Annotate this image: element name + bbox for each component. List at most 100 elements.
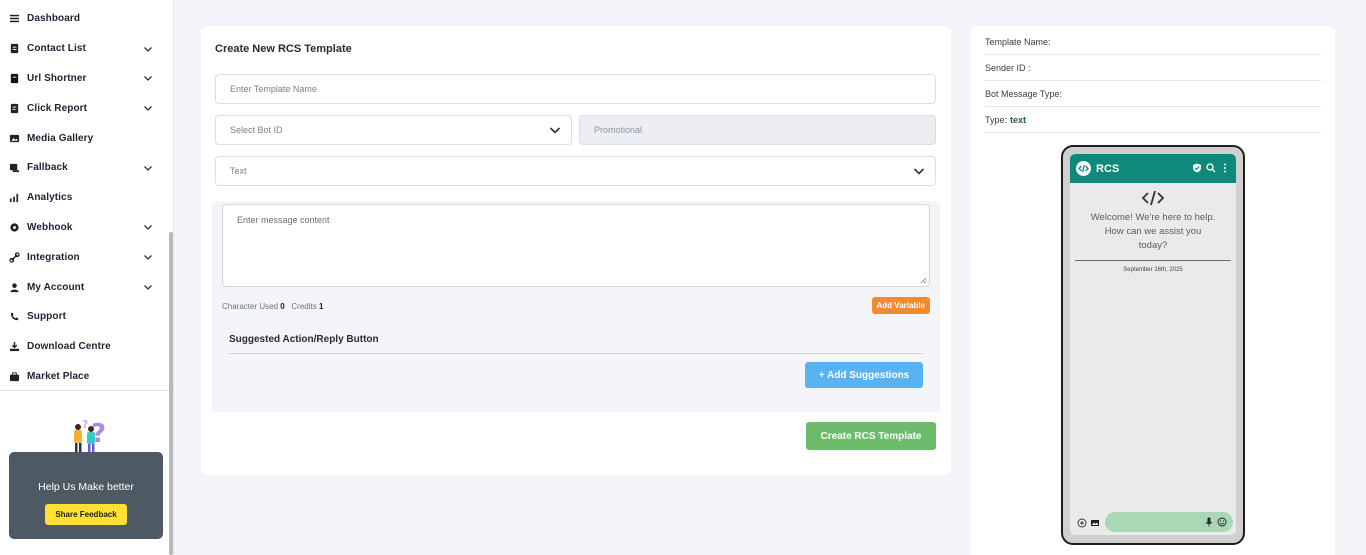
click-report-icon bbox=[8, 102, 20, 114]
divider bbox=[229, 353, 923, 354]
sidebar-item-webhook[interactable]: Webhook bbox=[0, 213, 173, 243]
bot-message-type-label: Bot Message Type: bbox=[985, 88, 1062, 99]
phone-preview: RCS Welcome! We're here to help. How can… bbox=[1061, 145, 1245, 545]
phone-header-icons bbox=[1192, 162, 1230, 173]
chevron-down-icon bbox=[549, 127, 561, 134]
sidebar-item-integration[interactable]: Integration bbox=[0, 242, 173, 272]
type-row: Type: text bbox=[985, 107, 1321, 133]
analytics-icon bbox=[8, 192, 20, 204]
sidebar-divider bbox=[0, 390, 170, 391]
chevron-down-icon[interactable] bbox=[143, 282, 153, 292]
sender-id-label: Sender ID : bbox=[985, 62, 1031, 73]
sidebar-item-fallback[interactable]: Fallback bbox=[0, 153, 173, 183]
sidebar-item-download-centre[interactable]: Download Centre bbox=[0, 332, 173, 362]
template-name-input[interactable]: Enter Template Name bbox=[215, 74, 936, 104]
resize-handle-icon[interactable] bbox=[920, 277, 927, 284]
bot-id-select-placeholder: Select Bot ID bbox=[230, 125, 283, 135]
char-used-value: 0 bbox=[280, 302, 285, 311]
sidebar-item-label: Media Gallery bbox=[27, 132, 94, 144]
phone-header: RCS bbox=[1070, 154, 1236, 183]
verified-shield-icon bbox=[1192, 162, 1202, 173]
integration-icon bbox=[8, 251, 20, 263]
chevron-down-icon[interactable] bbox=[143, 222, 153, 232]
divider bbox=[1075, 260, 1231, 261]
phone-screen: RCS Welcome! We're here to help. How can… bbox=[1070, 154, 1236, 535]
code-logo-icon bbox=[1076, 161, 1091, 176]
url-shortner-icon bbox=[8, 72, 20, 84]
preview-card: Template Name: Sender ID : Bot Message T… bbox=[971, 26, 1335, 555]
sidebar-item-market-place[interactable]: Market Place bbox=[0, 362, 173, 392]
message-panel: Enter message content Character Used 0 C… bbox=[212, 201, 940, 412]
type-label: Type: bbox=[985, 114, 1008, 125]
chevron-down-icon[interactable] bbox=[143, 73, 153, 83]
sidebar-item-label: Fallback bbox=[27, 162, 68, 174]
chevron-down-icon[interactable] bbox=[143, 163, 153, 173]
webhook-icon bbox=[8, 221, 20, 233]
sender-id-row: Sender ID : bbox=[985, 55, 1321, 81]
page-title: Create New RCS Template bbox=[215, 43, 352, 55]
bot-message-type-row: Bot Message Type: bbox=[985, 81, 1321, 107]
sidebar-item-label: Click Report bbox=[27, 102, 88, 114]
sidebar-nav: Dashboard Contact List Url Shortner Clic… bbox=[0, 0, 173, 391]
bot-id-select[interactable]: Select Bot ID bbox=[215, 115, 572, 145]
compose-input bbox=[1105, 512, 1233, 532]
phone-compose-bar bbox=[1070, 510, 1236, 535]
sidebar-item-label: Market Place bbox=[27, 370, 90, 382]
fallback-icon bbox=[8, 162, 20, 174]
credits-label: Credits bbox=[291, 302, 317, 311]
sidebar-item-dashboard[interactable]: Dashboard bbox=[0, 4, 173, 34]
create-rcs-template-button[interactable]: Create RCS Template bbox=[806, 422, 936, 450]
media-gallery-icon bbox=[8, 132, 20, 144]
help-card: Help Us Make better Share Feedback bbox=[9, 452, 163, 539]
sidebar-item-analytics[interactable]: Analytics bbox=[0, 183, 173, 213]
gallery-icon bbox=[1091, 520, 1099, 526]
microphone-icon bbox=[1205, 517, 1213, 527]
chevron-down-icon[interactable] bbox=[143, 252, 153, 262]
share-feedback-button[interactable]: Share Feedback bbox=[45, 504, 127, 525]
message-date: September 16th, 2025 bbox=[1123, 267, 1183, 273]
suggested-actions-title: Suggested Action/Reply Button bbox=[229, 334, 379, 345]
create-template-card: Create New RCS Template Enter Template N… bbox=[201, 26, 951, 475]
dashboard-icon bbox=[8, 13, 20, 25]
support-icon bbox=[8, 311, 20, 323]
sidebar-item-my-account[interactable]: My Account bbox=[0, 272, 173, 302]
char-used-label: Character Used bbox=[222, 302, 279, 311]
contact-list-icon bbox=[8, 43, 20, 55]
welcome-message: Welcome! We're here to help. How can we … bbox=[1090, 212, 1216, 251]
emoji-icon bbox=[1217, 517, 1227, 527]
sidebar: Dashboard Contact List Url Shortner Clic… bbox=[0, 0, 174, 555]
message-type-value: Text bbox=[230, 166, 247, 176]
sidebar-item-contact-list[interactable]: Contact List bbox=[0, 34, 173, 64]
template-name-row: Template Name: bbox=[985, 29, 1321, 55]
sidebar-item-label: Integration bbox=[27, 251, 80, 263]
add-circle-icon bbox=[1077, 518, 1087, 528]
add-variable-button[interactable]: Add Variable bbox=[871, 297, 930, 314]
message-content-textarea[interactable]: Enter message content bbox=[222, 204, 930, 287]
more-vertical-icon bbox=[1220, 162, 1230, 173]
market-place-icon bbox=[8, 370, 20, 382]
chevron-down-icon[interactable] bbox=[143, 44, 153, 54]
svg-text:?: ? bbox=[82, 418, 88, 431]
sidebar-scrollbar[interactable] bbox=[169, 232, 173, 555]
credits-value: 1 bbox=[318, 302, 324, 311]
add-suggestions-button[interactable]: + Add Suggestions bbox=[805, 362, 923, 388]
sidebar-item-label: Support bbox=[27, 311, 67, 323]
search-icon bbox=[1206, 162, 1216, 173]
help-title: Help Us Make better bbox=[38, 481, 134, 493]
sidebar-item-label: Download Centre bbox=[27, 341, 111, 353]
chevron-down-icon bbox=[913, 168, 925, 175]
sidebar-item-click-report[interactable]: Click Report bbox=[0, 93, 173, 123]
sidebar-item-label: Webhook bbox=[27, 221, 73, 233]
character-counter: Character Used 0 Credits 1 bbox=[222, 302, 323, 311]
sidebar-item-url-shortner[interactable]: Url Shortner bbox=[0, 64, 173, 94]
chevron-down-icon[interactable] bbox=[143, 103, 153, 113]
message-type-select[interactable]: Text bbox=[215, 156, 936, 186]
phone-brand: RCS bbox=[1096, 162, 1120, 175]
sidebar-item-label: Dashboard bbox=[27, 13, 81, 25]
sidebar-item-media-gallery[interactable]: Media Gallery bbox=[0, 123, 173, 153]
sidebar-item-support[interactable]: Support bbox=[0, 302, 173, 332]
sidebar-item-label: My Account bbox=[27, 281, 85, 293]
code-icon bbox=[1141, 190, 1165, 206]
type-value: text bbox=[1010, 114, 1027, 125]
sidebar-item-label: Contact List bbox=[27, 43, 86, 55]
